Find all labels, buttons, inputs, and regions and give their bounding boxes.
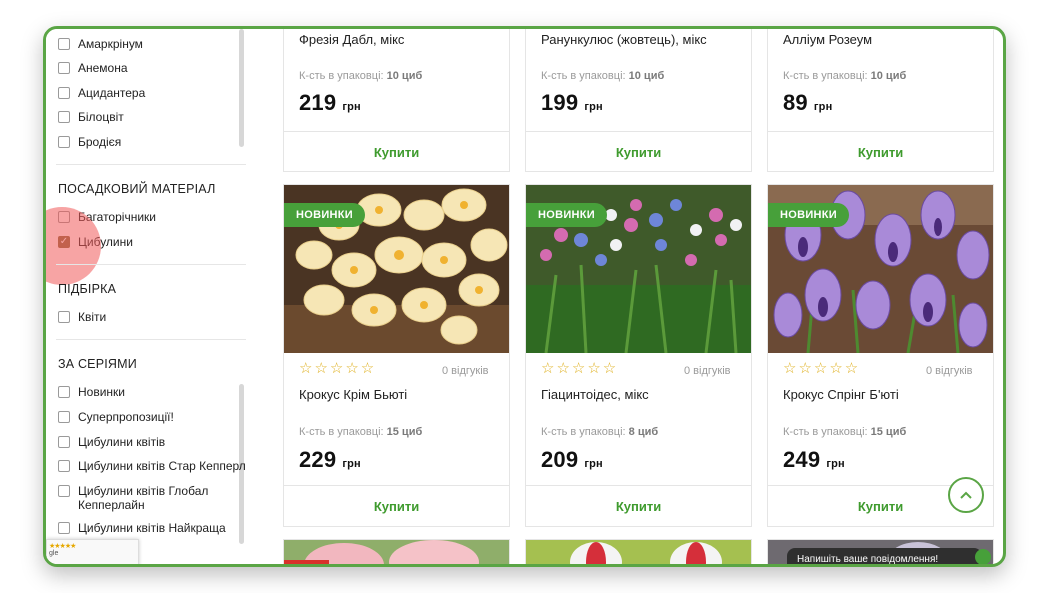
- divider: [56, 164, 246, 165]
- filter-flowers[interactable]: Квіти: [58, 310, 106, 324]
- filter-label: Цибулини квітів Стар Кепперл: [78, 459, 246, 473]
- checkbox[interactable]: [58, 411, 70, 423]
- checkbox[interactable]: [58, 136, 70, 148]
- product-price: 209 грн: [541, 447, 603, 472]
- product-photo-tulip-striped: [526, 540, 751, 564]
- new-badge: НОВИНКИ: [284, 203, 366, 227]
- checkbox[interactable]: [58, 87, 70, 99]
- product-price: 249 грн: [783, 447, 845, 472]
- checkbox[interactable]: [58, 485, 70, 497]
- product-price: 199 грн: [541, 90, 603, 115]
- product-photo-hyacinthoides[interactable]: НОВИНКИ: [526, 185, 751, 353]
- chevron-up-icon: [960, 491, 972, 499]
- product-photo-tulip-pink: [284, 540, 509, 564]
- checkbox[interactable]: [58, 311, 70, 323]
- buy-button[interactable]: Купити: [526, 485, 751, 526]
- filter-label: Амаркрінум: [78, 37, 143, 51]
- product-card[interactable]: НОВИНКИ ☆☆☆☆☆ 0 відгуків Гіацинтоідес, м…: [525, 184, 752, 527]
- filter-label: Суперпропозиції!: [78, 410, 174, 424]
- filter-bilotsvit[interactable]: Білоцвіт: [58, 110, 124, 124]
- checkbox[interactable]: [58, 111, 70, 123]
- filter-series-best[interactable]: Цибулини квітів Найкраща: [58, 521, 226, 535]
- filter-series-bulbs[interactable]: Цибулини квітів: [58, 435, 165, 449]
- product-price: 219 грн: [299, 90, 361, 115]
- filter-series-global[interactable]: Цибулини квітів Глобал Кепперлайн: [58, 484, 228, 512]
- product-name[interactable]: Алліум Розеум: [783, 32, 872, 47]
- product-price: 89 грн: [783, 90, 833, 115]
- filter-label: Цибулини квітів Найкраща: [78, 521, 226, 535]
- filter-label: Квіти: [78, 310, 107, 324]
- browser-frame: Амаркрінум Анемона Ацидантера Білоцвіт Б…: [43, 26, 1006, 567]
- filter-amarcrinum[interactable]: Амаркрінум: [58, 37, 143, 51]
- product-name[interactable]: Гіацинтоідес, мікс: [541, 387, 649, 402]
- filter-acidanthera[interactable]: Ацидантера: [58, 86, 145, 100]
- rating-stars: ☆☆☆☆☆: [541, 360, 619, 377]
- checkbox[interactable]: [58, 38, 70, 50]
- filter-label: Білоцвіт: [78, 110, 124, 124]
- checkbox[interactable]: [58, 436, 70, 448]
- buy-button[interactable]: Купити: [284, 485, 509, 526]
- recaptcha-text: gle: [49, 550, 59, 557]
- new-badge: НОВИНКИ: [526, 203, 608, 227]
- filter-anemone[interactable]: Анемона: [58, 61, 128, 75]
- reviews-count[interactable]: 0 відгуків: [684, 365, 731, 377]
- filter-label: Ацидантера: [78, 86, 146, 100]
- product-qty: К-сть в упаковці: 15 циб: [299, 426, 423, 438]
- product-card[interactable]: Алліум Розеум К-сть в упаковці: 10 циб 8…: [767, 29, 994, 172]
- chat-widget[interactable]: Напишіть ваше повідомлення!: [787, 548, 982, 564]
- checkbox[interactable]: [58, 62, 70, 74]
- chat-icon[interactable]: [975, 549, 991, 564]
- product-name[interactable]: Крокус Спрінг Б'юті: [783, 387, 899, 402]
- filter-label: Цибулини квітів Глобал Кепперлайн: [78, 484, 209, 512]
- filter-series-new[interactable]: Новинки: [58, 385, 125, 399]
- rating-stars: ☆☆☆☆☆: [783, 360, 861, 377]
- filter-label: Бродієя: [78, 135, 122, 149]
- section-title-series: ЗА СЕРІЯМИ: [58, 357, 137, 371]
- product-name[interactable]: Ранункулюс (жовтець), мікс: [541, 32, 707, 47]
- filter-series-star[interactable]: Цибулини квітів Стар Кепперл: [58, 459, 246, 473]
- scroll-to-top-button[interactable]: [948, 477, 984, 513]
- recaptcha-badge[interactable]: ★★★★★ gle: [46, 539, 139, 564]
- filter-brodiaea[interactable]: Бродієя: [58, 135, 121, 149]
- product-card[interactable]: [283, 539, 510, 564]
- checkbox[interactable]: [58, 460, 70, 472]
- product-price: 229 грн: [299, 447, 361, 472]
- product-photo-crocus-cream[interactable]: НОВИНКИ: [284, 185, 509, 353]
- product-card[interactable]: НОВИНКИ ☆☆☆☆☆ 0 відгуків Крокус Крім Бью…: [283, 184, 510, 527]
- reviews-count[interactable]: 0 відгуків: [442, 365, 489, 377]
- product-name[interactable]: Крокус Крім Бьюті: [299, 387, 407, 402]
- reviews-count[interactable]: 0 відгуків: [926, 365, 973, 377]
- product-qty: К-сть в упаковці: 8 циб: [541, 426, 659, 438]
- product-name[interactable]: Фрезія Дабл, мікс: [299, 32, 404, 47]
- product-qty: К-сть в упаковці: 10 циб: [783, 70, 907, 82]
- divider: [56, 264, 246, 265]
- product-qty: К-сть в упаковці: 10 циб: [299, 70, 423, 82]
- filter-label: Новинки: [78, 385, 125, 399]
- product-card[interactable]: [525, 539, 752, 564]
- checkbox[interactable]: [58, 386, 70, 398]
- filter-label: Цибулини квітів: [78, 435, 166, 449]
- buy-button[interactable]: Купити: [284, 131, 509, 172]
- divider: [56, 339, 246, 340]
- section-title-selection: ПІДБІРКА: [58, 282, 117, 296]
- buy-button[interactable]: Купити: [768, 131, 993, 172]
- product-card[interactable]: НОВИНКИ ☆☆☆☆☆ 0 відгуків Крокус Спрінг Б…: [767, 184, 994, 527]
- section-title-planting: ПОСАДКОВИЙ МАТЕРІАЛ: [58, 182, 216, 196]
- buy-button[interactable]: Купити: [526, 131, 751, 172]
- rating-stars: ☆☆☆☆☆: [299, 360, 377, 377]
- product-photo-crocus-spring[interactable]: НОВИНКИ: [768, 185, 993, 353]
- filter-series-super[interactable]: Суперпропозиції!: [58, 410, 174, 424]
- sidebar-scrollbar-top[interactable]: [239, 29, 244, 147]
- product-card[interactable]: Ранункулюс (жовтець), мікс К-сть в упако…: [525, 29, 752, 172]
- rating-stars: ★★★★★: [49, 543, 76, 550]
- product-card[interactable]: Фрезія Дабл, мікс К-сть в упаковці: 10 ц…: [283, 29, 510, 172]
- product-qty: К-сть в упаковці: 10 циб: [541, 70, 665, 82]
- product-qty: К-сть в упаковці: 15 циб: [783, 426, 907, 438]
- checkbox[interactable]: [58, 522, 70, 534]
- filter-label: Анемона: [78, 61, 128, 75]
- new-badge: НОВИНКИ: [768, 203, 850, 227]
- filter-sidebar: Амаркрінум Анемона Ацидантера Білоцвіт Б…: [46, 29, 251, 564]
